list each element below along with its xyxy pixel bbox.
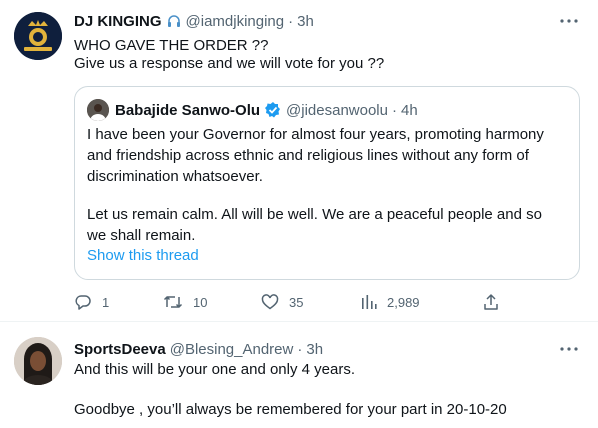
like-icon [261,294,279,310]
quoted-text-line: Let us remain calm. All will be well. We… [87,206,542,223]
headphones-icon [166,13,182,29]
avatar[interactable] [14,337,62,385]
quoted-tweet[interactable]: Babajide Sanwo-Olu @jidesanwoolu · 4h I … [74,86,580,280]
tweet[interactable]: SportsDeeva @Blesing_Andrew · 3h And thi… [0,323,598,428]
display-name[interactable]: DJ KINGING [74,13,162,30]
views-button[interactable]: 2,989 [361,292,420,312]
avatar[interactable] [14,12,62,60]
share-button[interactable] [482,292,500,312]
tweet-header: DJ KINGING @iamdjkinging · 3h [74,11,314,31]
reply-button[interactable]: 1 [74,292,109,312]
view-count: 2,989 [387,294,420,310]
separator: · [297,340,303,358]
more-icon[interactable] [558,339,580,359]
verified-badge-icon [264,101,282,119]
tweet-text-line: WHO GAVE THE ORDER ?? [74,37,269,54]
quoted-header: Babajide Sanwo-Olu @jidesanwoolu · 4h [115,99,418,121]
tweet-text-line: Give us a response and we will vote for … [74,55,385,72]
tweet-text-line: And this will be your one and only 4 yea… [74,361,355,378]
like-count: 35 [289,294,304,310]
quoted-display-name[interactable]: Babajide Sanwo-Olu [115,102,260,119]
user-handle[interactable]: @Blesing_Andrew [170,341,294,358]
quoted-timestamp[interactable]: 4h [401,102,418,119]
quoted-avatar[interactable] [87,99,109,121]
quoted-text-line: we shall remain. [87,227,196,244]
tweet-text-line: Goodbye , you’ll always be remembered fo… [74,401,507,418]
tweet-actions: 1 10 35 2,989 [74,292,504,312]
show-thread-link[interactable]: Show this thread [87,247,199,264]
retweet-icon [163,296,183,308]
separator: · [288,12,294,30]
tweet-header: SportsDeeva @Blesing_Andrew · 3h [74,339,323,359]
retweet-count: 10 [193,294,208,310]
views-icon [362,295,377,309]
timestamp[interactable]: 3h [306,341,323,358]
timestamp[interactable]: 3h [297,13,314,30]
quoted-handle[interactable]: @jidesanwoolu [286,102,388,119]
more-icon[interactable] [558,11,580,31]
tweet[interactable]: DJ KINGING @iamdjkinging · 3h WHO GAVE T… [0,0,598,322]
reply-count: 1 [102,294,110,310]
share-icon [484,294,498,310]
quoted-text-line: discrimination whatsoever. [87,168,263,185]
like-button[interactable]: 35 [261,292,303,312]
quoted-text-line: I have been your Governor for almost fou… [87,126,544,143]
quoted-text-line: and friendship across ethnic and religio… [87,147,529,164]
retweet-button[interactable]: 10 [163,292,207,312]
user-handle[interactable]: @iamdjkinging [186,13,285,30]
separator: · [391,101,397,119]
reply-icon [75,295,91,310]
display-name[interactable]: SportsDeeva [74,341,166,358]
